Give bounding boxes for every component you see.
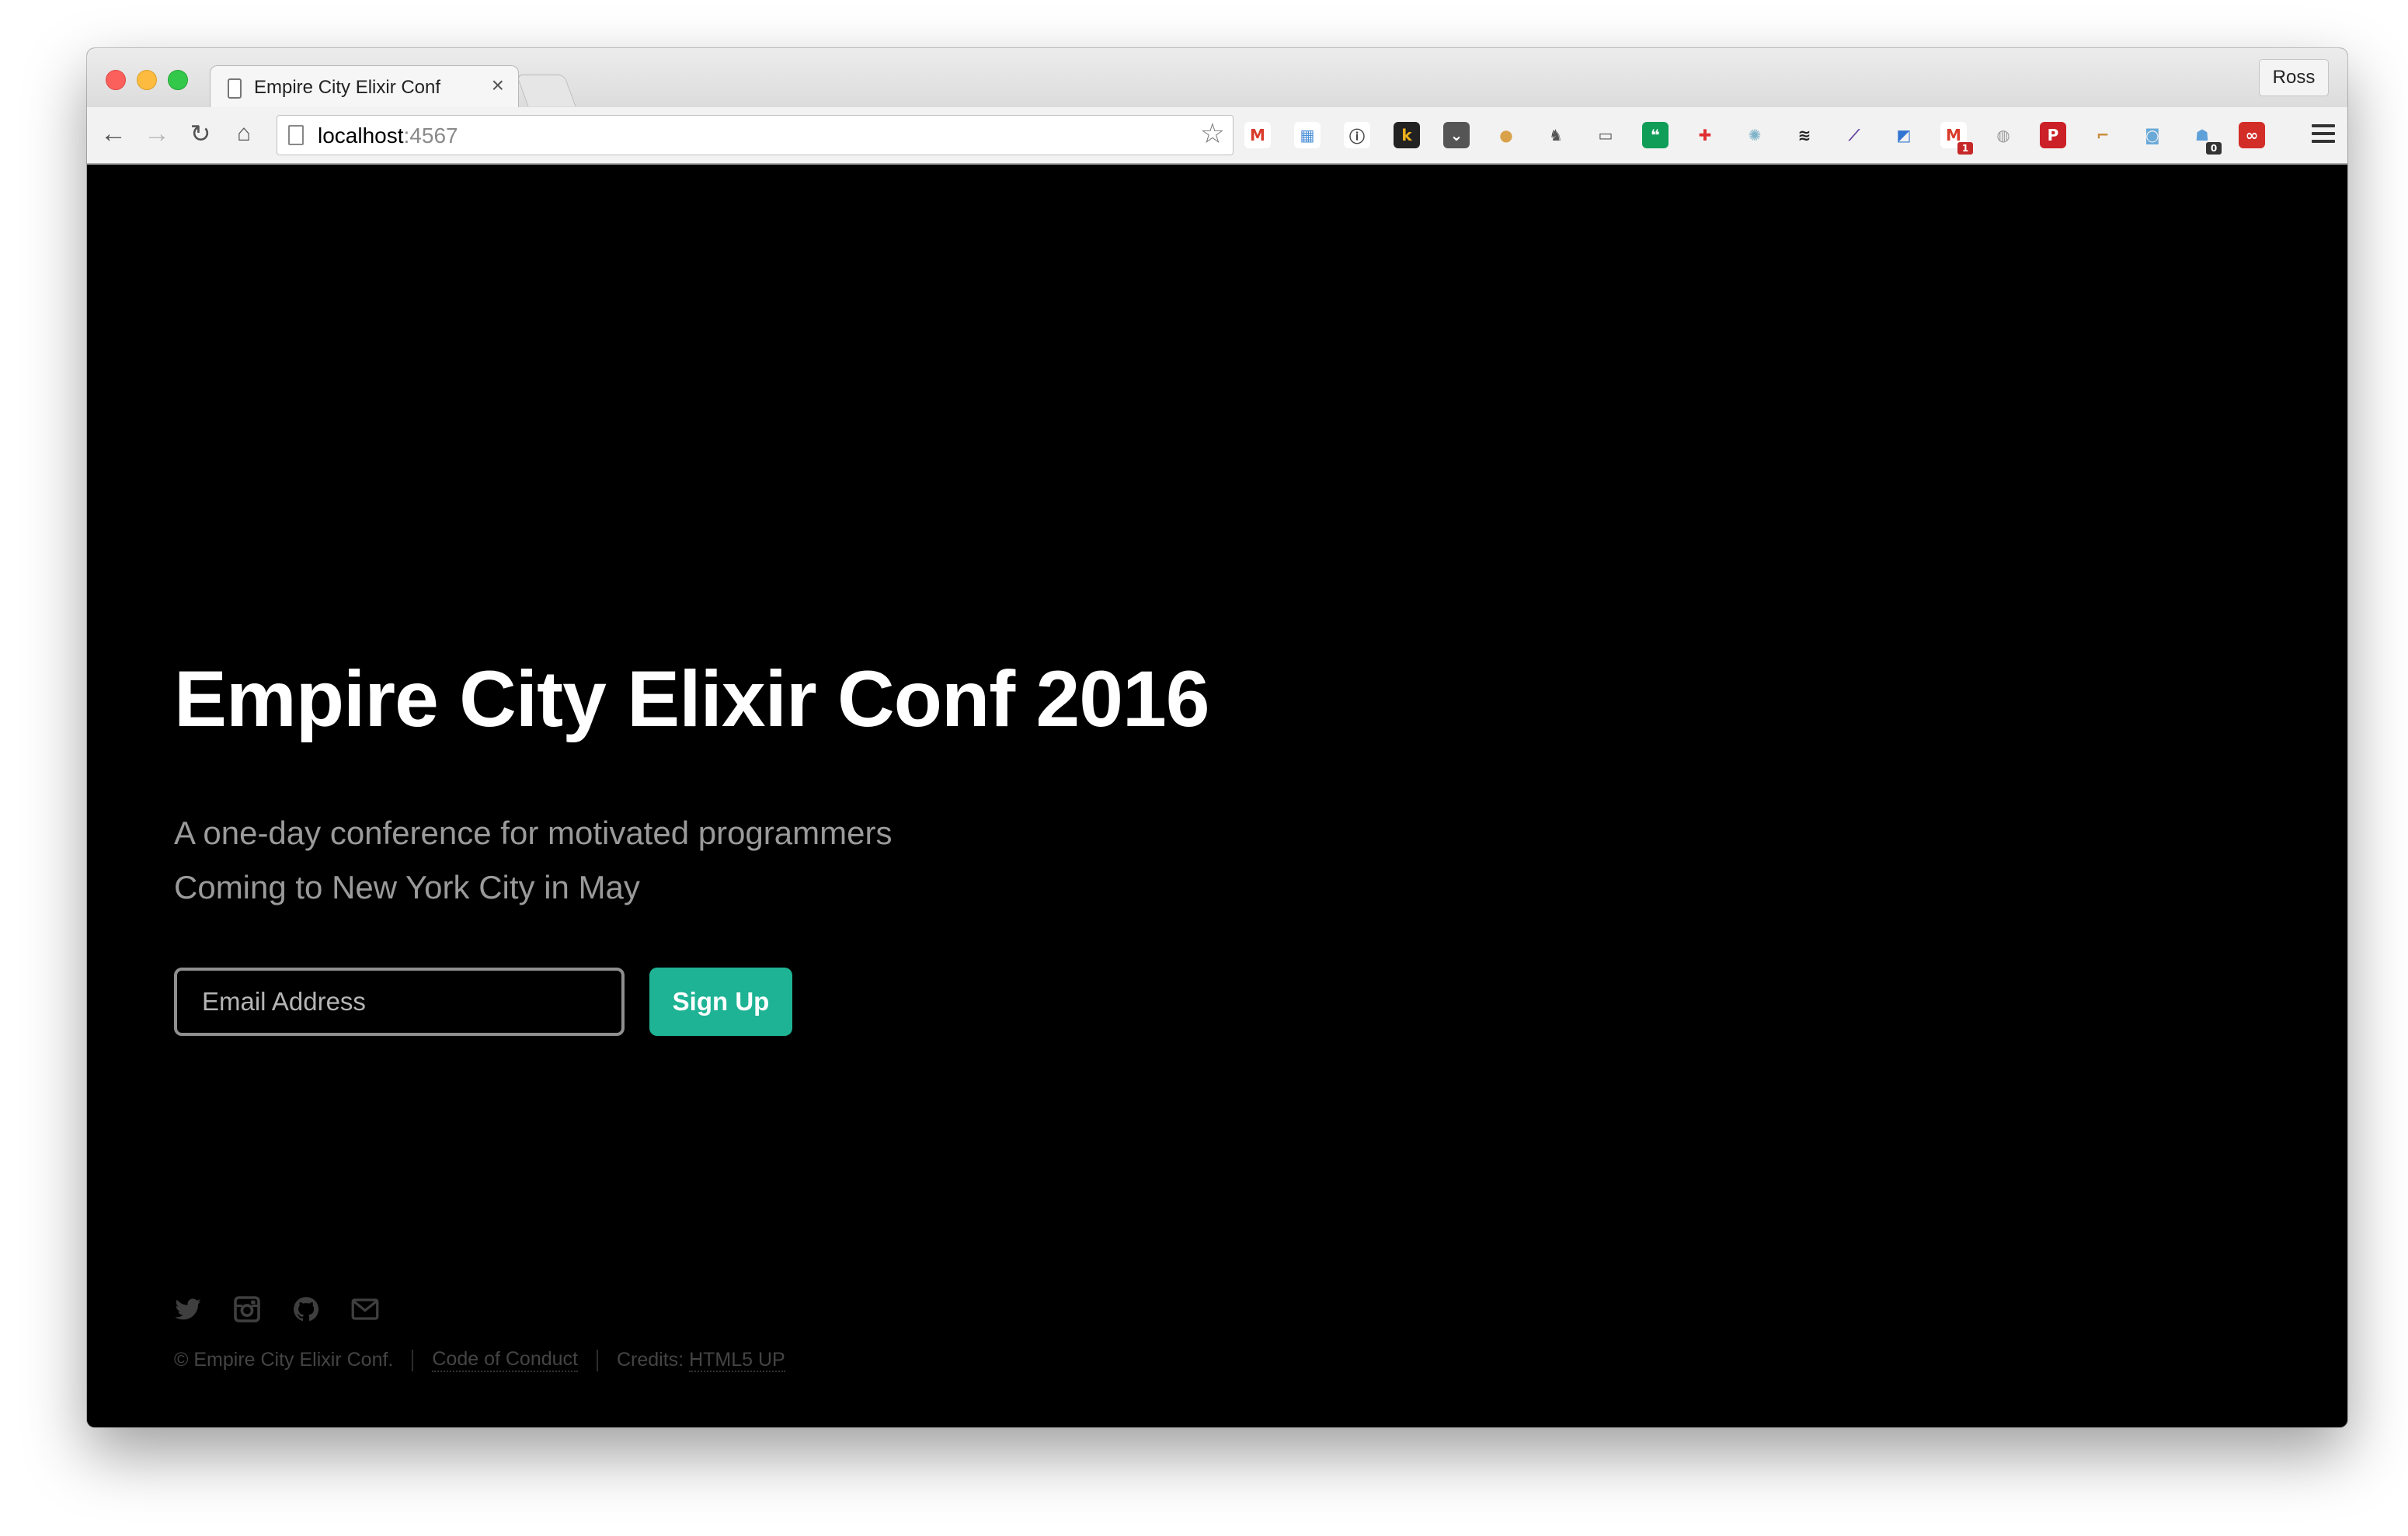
minimize-window-button[interactable] (137, 70, 157, 90)
hangouts-icon[interactable]: ❝ (1642, 122, 1669, 148)
page-subtitle: A one-day conference for motivated progr… (174, 806, 892, 915)
plus-icon[interactable]: ✚ (1692, 122, 1718, 148)
page-favicon-icon (228, 78, 242, 99)
pocket-icon[interactable]: ⌄ (1443, 122, 1470, 148)
pinterest-icon[interactable]: P (2040, 122, 2066, 148)
onepassword-icon[interactable]: ⓘ (1344, 122, 1370, 148)
gmail-icon[interactable]: M (1244, 122, 1271, 148)
eyedropper-icon[interactable]: ⟋ (1841, 122, 1867, 148)
ruler-icon[interactable]: ⌐ (2090, 122, 2116, 148)
bookmark-star-icon[interactable]: ☆ (1200, 117, 1225, 150)
globe-icon[interactable]: ◍ (1990, 122, 2017, 148)
calendar-icon[interactable]: ▦ (1294, 122, 1321, 148)
back-arrow-icon[interactable]: ← (98, 118, 129, 149)
address-bar[interactable]: localhost:4567 ☆ (277, 115, 1234, 155)
url-host: localhost (318, 123, 404, 148)
cookie-icon[interactable]: ● (1493, 122, 1519, 148)
new-tab-button[interactable] (516, 75, 576, 106)
browser-toolbar: ← → ↻ ⌂ localhost:4567 ☆ M ▦ ⓘ k ⌄ ● ♞ ▭ ❝ ✚ ✺ ≋ ⟋ ◩ M… (87, 107, 2347, 165)
reload-icon[interactable]: ↻ (185, 118, 216, 149)
subtitle-line-1: A one-day conference for motivated progr… (174, 815, 893, 851)
k-icon[interactable]: k (1394, 122, 1420, 148)
credits: Credits: HTML5 UP (617, 1349, 785, 1372)
home-icon[interactable]: ⌂ (228, 118, 259, 149)
page-icon (288, 125, 304, 145)
email-icon[interactable] (351, 1295, 379, 1323)
instagram-icon[interactable] (233, 1295, 261, 1323)
signup-button[interactable]: Sign Up (649, 968, 792, 1036)
browser-window: Empire City Elixir Conf × Ross ← → ↻ ⌂ l… (87, 48, 2347, 1427)
social-links (174, 1295, 410, 1323)
page-footer: © Empire City Elixir Conf. Code of Condu… (174, 1348, 785, 1372)
close-window-button[interactable] (106, 70, 126, 90)
footer-divider (412, 1349, 414, 1371)
credits-prefix: Credits: (617, 1349, 690, 1371)
copyright: © Empire City Elixir Conf. (174, 1349, 394, 1371)
gmail-checker-icon[interactable]: M1 (1940, 122, 1973, 155)
subtitle-line-2: Coming to New York City in May (174, 869, 640, 905)
octopus-icon[interactable]: ✺ (1742, 122, 1768, 148)
twitter-icon[interactable] (174, 1295, 202, 1323)
extensions-bar: M ▦ ⓘ k ⌄ ● ♞ ▭ ❝ ✚ ✺ ≋ ⟋ ◩ M 1 ◍ P ⌐ ◙ ☗ 0 ∞ (1244, 116, 2288, 155)
footer-divider (597, 1349, 598, 1371)
cast-icon[interactable]: ▭ (1592, 122, 1619, 148)
forward-arrow-icon[interactable]: → (141, 118, 172, 149)
signup-form: Sign Up (174, 968, 792, 1037)
page-title: Empire City Elixir Conf 2016 (174, 655, 1209, 743)
url-text: localhost:4567 (318, 123, 458, 148)
profile-button[interactable]: Ross (2259, 59, 2329, 96)
html5-up-link[interactable]: HTML5 UP (689, 1349, 785, 1372)
evernote-icon[interactable]: ♞ (1543, 122, 1569, 148)
url-port: :4567 (403, 123, 458, 148)
tab-strip: Empire City Elixir Conf × Ross (87, 48, 2347, 109)
extension-badge: 0 (2206, 142, 2222, 155)
tab-active[interactable]: Empire City Elixir Conf × (210, 65, 519, 109)
github-icon[interactable] (292, 1295, 320, 1323)
buffer-icon[interactable]: ≋ (1791, 122, 1818, 148)
delicious-icon[interactable]: ◩ (1891, 122, 1917, 148)
zoom-window-button[interactable] (168, 70, 188, 90)
camera-icon[interactable]: ◙ (2139, 122, 2166, 148)
tab-title: Empire City Elixir Conf (254, 77, 441, 98)
code-of-conduct-link[interactable]: Code of Conduct (432, 1348, 578, 1372)
tab-close-icon[interactable]: × (492, 75, 504, 96)
page-viewport: Empire City Elixir Conf 2016 A one-day c… (87, 165, 2347, 1427)
lastpass-icon[interactable]: ∞ (2239, 122, 2265, 148)
menu-icon[interactable] (2312, 124, 2335, 144)
email-field[interactable] (174, 968, 625, 1036)
extension-badge: 1 (1957, 142, 1973, 155)
ghostery-icon[interactable]: ☗ 0 (2189, 122, 2222, 155)
